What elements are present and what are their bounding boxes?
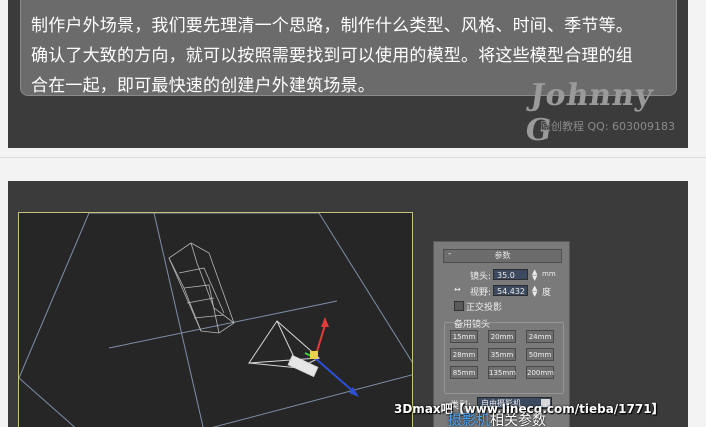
camera-frustum xyxy=(248,320,321,378)
3d-viewport[interactable] xyxy=(18,212,420,427)
parameters-rollout-header[interactable]: - 参数 xyxy=(443,249,562,263)
lens-button-200mm[interactable]: 200mm xyxy=(526,366,554,379)
lens-button-28mm[interactable]: 28mm xyxy=(450,348,478,361)
lens-button-85mm[interactable]: 85mm xyxy=(450,366,478,379)
orthographic-checkbox[interactable] xyxy=(454,301,464,311)
author-watermark: Johnny G xyxy=(523,78,656,148)
camera-image-panel: - 参数 镜头: 35.0 ▲ ▼ mm ↔ 视野: 54.432 ▲ ▼ 度 正交… xyxy=(8,181,688,427)
lens-unit: mm xyxy=(542,270,556,278)
lens-label: 镜头: xyxy=(470,272,492,282)
intro-line-1: 制作户外场景，我们要先理清一个思路，制作什么类型、风格、时间、季节等。 xyxy=(31,16,633,36)
author-watermark-sub: 原创教程 QQ: 603009183 xyxy=(540,120,676,133)
lens-button-135mm[interactable]: 135mm xyxy=(488,366,516,379)
caption-highlight: 摄影机 xyxy=(448,413,490,427)
parameters-title: 参数 xyxy=(494,251,511,260)
intro-line-2: 确认了大致的方向，就可以按照需要找到可以使用的模型。将这些模型合理的组 xyxy=(31,46,633,66)
caption-rest: 相关参数 xyxy=(490,413,546,427)
lens-button-50mm[interactable]: 50mm xyxy=(526,348,554,361)
fov-spinner-icon[interactable]: ▲ ▼ xyxy=(532,285,537,298)
lens-spinner-icon[interactable]: ▲ ▼ xyxy=(532,269,537,282)
lens-button-24mm[interactable]: 24mm xyxy=(526,330,554,343)
fov-unit: 度 xyxy=(542,288,552,298)
fov-label: 视野: xyxy=(470,288,492,298)
lens-button-15mm[interactable]: 15mm xyxy=(450,330,478,343)
ground-grid xyxy=(18,212,420,427)
transform-gizmo xyxy=(304,317,359,397)
viewport-scene xyxy=(18,212,420,427)
fov-direction-icon[interactable]: ↔ xyxy=(454,285,461,294)
intro-line-3: 合在一起，即可最快速的创建户外建筑场景。 xyxy=(31,76,375,96)
lens-button-20mm[interactable]: 20mm xyxy=(488,330,516,343)
intro-image-panel: 制作户外场景，我们要先理清一个思路，制作什么类型、风格、时间、季节等。 确认了大… xyxy=(8,0,688,148)
image-caption: 摄影机相关参数 xyxy=(448,410,546,427)
separator xyxy=(0,157,706,158)
fov-value-field[interactable]: 54.432 xyxy=(493,285,528,296)
lens-value-field[interactable]: 35.0 xyxy=(493,269,528,280)
lens-button-35mm[interactable]: 35mm xyxy=(488,348,516,361)
orthographic-label: 正交投影 xyxy=(466,303,503,313)
